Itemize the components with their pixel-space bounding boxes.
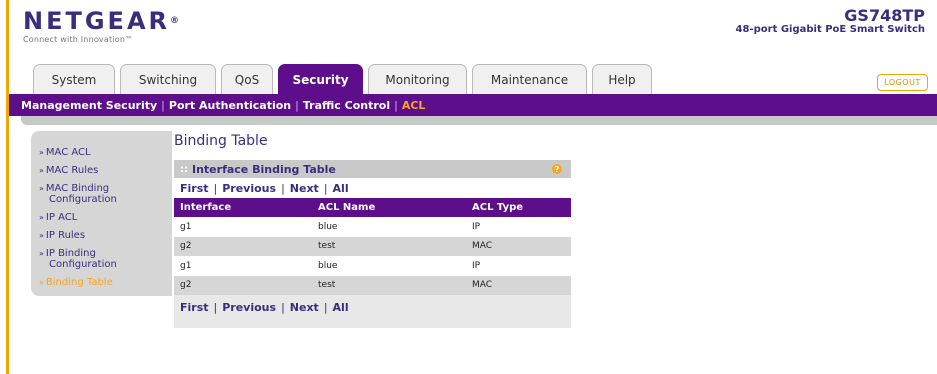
table-header-row: Interface ACL Name ACL Type — [174, 198, 571, 217]
panel-header: :: Interface Binding Table ? — [174, 160, 571, 178]
pager-next-link[interactable]: Next — [290, 301, 319, 314]
panel-title: Interface Binding Table — [192, 162, 336, 176]
pager-bottom: First | Previous | Next | All — [174, 295, 571, 319]
pager-previous-link[interactable]: Previous — [222, 301, 276, 314]
table-row: g1 blue IP — [174, 217, 571, 237]
subnav-separator: | — [295, 98, 299, 112]
page-title: Binding Table — [174, 133, 268, 149]
menu-item-mac-rules[interactable]: » MAC Rules — [39, 165, 172, 176]
app-frame: NETGEAR® Connect with Innovation™ GS748T… — [9, 0, 937, 374]
menu-item-label: IP ACL — [45, 212, 78, 223]
table-row: g2 test MAC — [174, 236, 571, 256]
cell-acl-name: test — [312, 275, 466, 295]
cell-interface: g2 — [174, 236, 312, 256]
menu-item-label-cont: Configuration — [49, 194, 117, 205]
chevron-icon: » — [39, 213, 44, 222]
menu-item-mac-binding-configuration[interactable]: » MAC Binding Configuration — [39, 183, 172, 205]
interface-binding-panel: :: Interface Binding Table ? First | Prev… — [174, 160, 571, 328]
menu-item-ip-acl[interactable]: » IP ACL — [39, 212, 172, 223]
pager-next-link[interactable]: Next — [290, 182, 319, 195]
pager-separator: | — [213, 181, 218, 195]
subnav-shadow-bar — [21, 116, 937, 125]
subnav-acl[interactable]: ACL — [402, 99, 426, 112]
menu-item-label: IP Binding — [45, 248, 96, 259]
logo-text: NETGEAR — [23, 7, 170, 35]
pager-separator: | — [323, 300, 328, 314]
netgear-logo: NETGEAR® Connect with Innovation™ — [23, 9, 179, 44]
column-header-acl-type: ACL Type — [466, 198, 571, 217]
chevron-icon: » — [39, 148, 44, 157]
tab-qos[interactable]: QoS — [221, 64, 273, 94]
pager-all-link[interactable]: All — [333, 301, 349, 314]
cell-acl-type: IP — [466, 256, 571, 276]
model-name: GS748TP — [844, 6, 925, 25]
chevron-icon: » — [39, 231, 44, 240]
cell-acl-type: MAC — [466, 275, 571, 295]
menu-item-label: MAC Rules — [45, 165, 99, 176]
chevron-icon: » — [39, 166, 44, 175]
menu-item-ip-rules[interactable]: » IP Rules — [39, 230, 172, 241]
menu-item-mac-acl[interactable]: » MAC ACL — [39, 147, 172, 158]
left-menu: » MAC ACL » MAC Rules » MAC Binding Configur… — [31, 131, 172, 296]
tab-security[interactable]: Security — [278, 64, 363, 94]
pager-top: First | Previous | Next | All — [174, 178, 571, 198]
cell-acl-name: blue — [312, 256, 466, 276]
tab-switching[interactable]: Switching — [120, 64, 216, 94]
tab-maintenance[interactable]: Maintenance — [472, 64, 587, 94]
help-icon[interactable]: ? — [552, 164, 562, 174]
subnav-management-security[interactable]: Management Security — [21, 99, 157, 112]
pager-first-link[interactable]: First — [180, 301, 209, 314]
menu-item-ip-binding-configuration[interactable]: » IP Binding Configuration — [39, 248, 172, 270]
pager-separator: | — [281, 300, 285, 314]
table-row: g2 test MAC — [174, 275, 571, 295]
menu-item-label: IP Rules — [45, 230, 86, 241]
logout-button[interactable]: LOGOUT — [877, 74, 928, 91]
subnav-separator: | — [161, 98, 165, 112]
cell-interface: g2 — [174, 275, 312, 295]
column-header-interface: Interface — [174, 198, 312, 217]
pager-previous-link[interactable]: Previous — [222, 182, 276, 195]
tab-monitoring[interactable]: Monitoring — [368, 64, 467, 94]
chevron-icon: » — [39, 184, 44, 193]
subnav-traffic-control[interactable]: Traffic Control — [303, 99, 390, 112]
binding-table: Interface ACL Name ACL Type g1 blue IP g… — [174, 198, 571, 295]
pager-all-link[interactable]: All — [333, 182, 349, 195]
menu-item-label: Binding Table — [45, 277, 113, 288]
cell-acl-name: test — [312, 236, 466, 256]
logo-reg-mark: ® — [170, 16, 179, 26]
pager-separator: | — [281, 181, 285, 195]
grip-icon: :: — [180, 163, 188, 175]
model-info: GS748TP 48-port Gigabit PoE Smart Switch — [736, 7, 925, 36]
tab-system[interactable]: System — [33, 64, 115, 94]
sub-navigation: Management Security | Port Authenticatio… — [9, 94, 937, 116]
tab-help[interactable]: Help — [592, 64, 652, 94]
pager-first-link[interactable]: First — [180, 182, 209, 195]
chevron-icon: » — [39, 278, 44, 287]
main-tabs: System Switching QoS Security Monitoring… — [33, 64, 652, 94]
table-row: g1 blue IP — [174, 256, 571, 276]
menu-item-label-cont: Configuration — [49, 259, 117, 270]
left-accent-stripe — [0, 0, 9, 374]
cell-interface: g1 — [174, 256, 312, 276]
column-header-acl-name: ACL Name — [312, 198, 466, 217]
menu-item-binding-table[interactable]: » Binding Table — [39, 277, 172, 288]
model-description: 48-port Gigabit PoE Smart Switch — [735, 24, 925, 35]
pager-separator: | — [323, 181, 328, 195]
menu-item-label: MAC ACL — [45, 147, 91, 158]
pager-separator: | — [213, 300, 218, 314]
menu-item-label: MAC Binding — [45, 183, 110, 194]
cell-interface: g1 — [174, 217, 312, 237]
subnav-port-authentication[interactable]: Port Authentication — [169, 99, 291, 112]
chevron-icon: » — [39, 249, 44, 258]
logo-tagline: Connect with Innovation™ — [23, 35, 134, 44]
subnav-separator: | — [394, 98, 398, 112]
cell-acl-type: MAC — [466, 236, 571, 256]
cell-acl-type: IP — [466, 217, 571, 237]
cell-acl-name: blue — [312, 217, 466, 237]
